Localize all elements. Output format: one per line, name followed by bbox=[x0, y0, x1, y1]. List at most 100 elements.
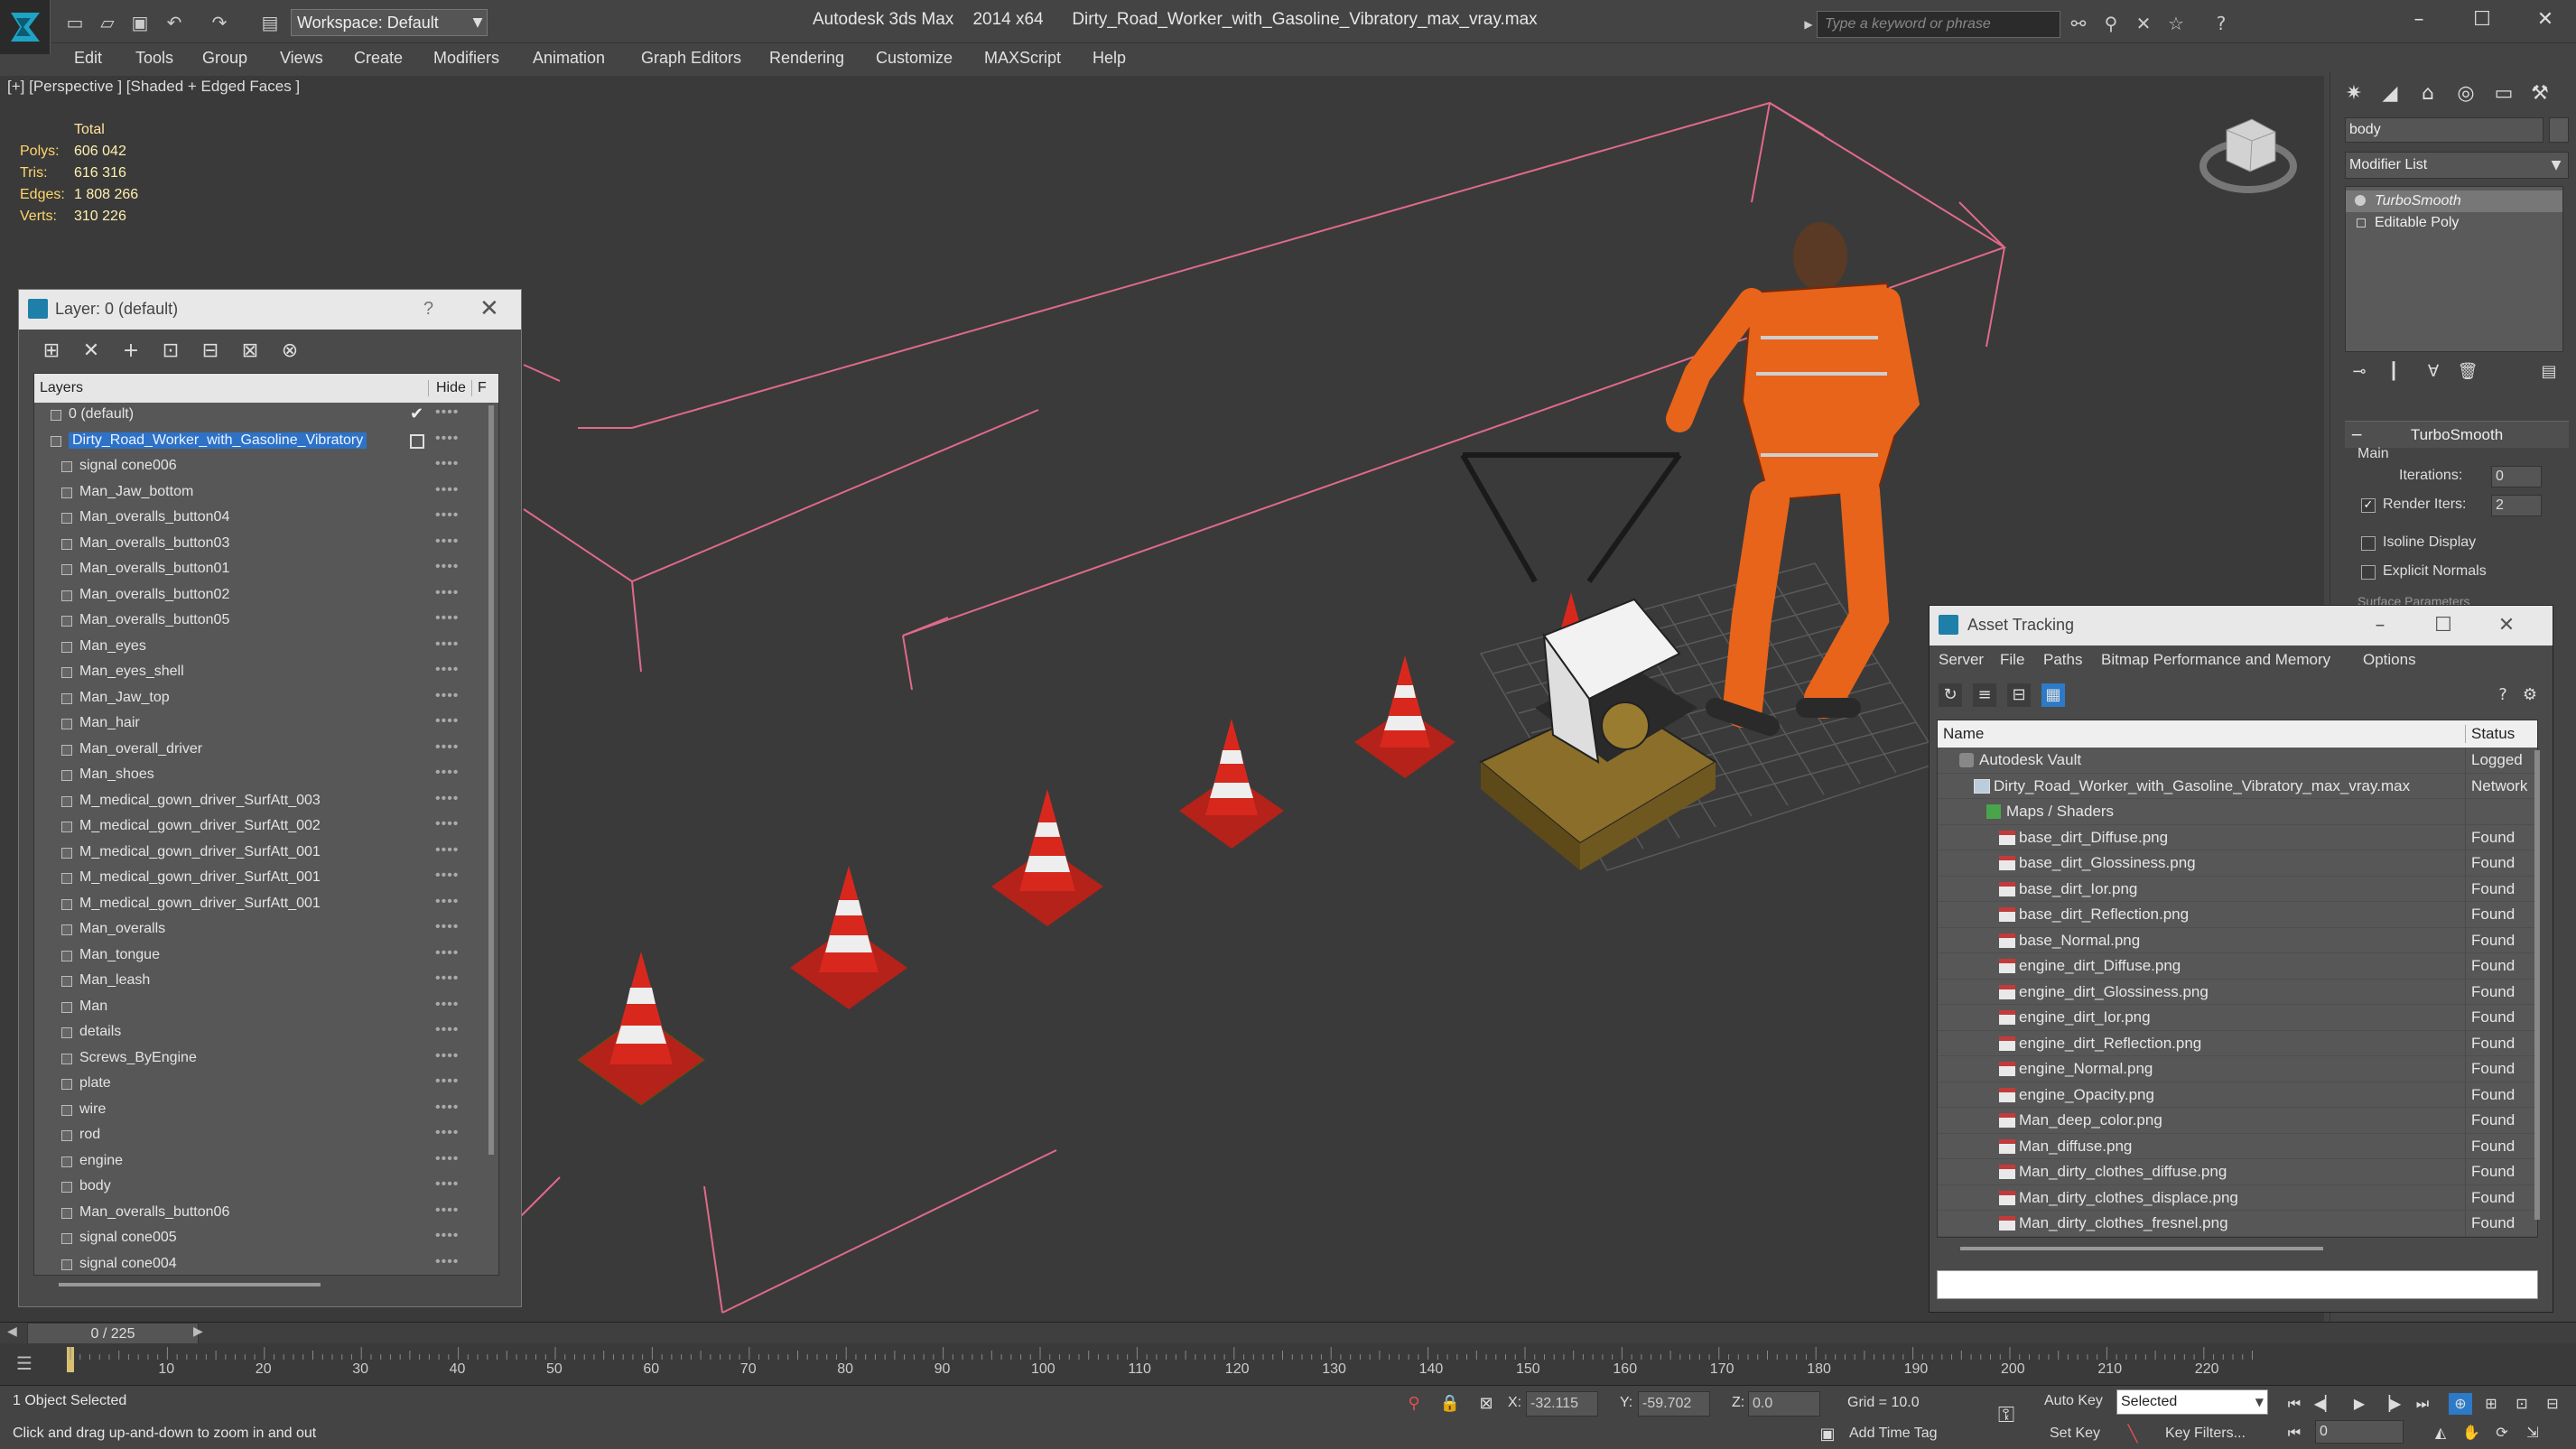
y-coordinate-field[interactable]: -59.702 bbox=[1638, 1391, 1710, 1416]
asset-row[interactable]: Man_deep_color.png Found bbox=[1938, 1108, 2537, 1134]
stack-item-turbosmooth[interactable]: TurboSmooth bbox=[2346, 190, 2562, 212]
asset-menu-bitmap-performance[interactable]: Bitmap Performance and Memory bbox=[2101, 651, 2330, 669]
hide-toggle[interactable]: •••• bbox=[435, 971, 459, 987]
layer-object-row[interactable]: body •••• bbox=[34, 1175, 498, 1201]
modifier-stack[interactable]: TurboSmooth Editable Poly bbox=[2345, 186, 2563, 352]
isoline-checkbox[interactable] bbox=[2361, 536, 2376, 551]
app-logo-icon[interactable] bbox=[0, 0, 51, 54]
layer-list[interactable]: Layers Hide F 0 (default) ✔ •••• Dirty_Road… bbox=[33, 373, 499, 1276]
asset-row[interactable]: engine_dirt_Diffuse.png Found bbox=[1938, 953, 2537, 980]
layer-object-row[interactable]: Man_overall_driver •••• bbox=[34, 738, 498, 764]
hide-toggle[interactable]: •••• bbox=[435, 1176, 459, 1193]
motion-tab-icon[interactable]: ◎ bbox=[2450, 79, 2482, 108]
asset-row[interactable]: Man_dirty_clothes_diffuse.png Found bbox=[1938, 1159, 2537, 1185]
layer-object-row[interactable]: signal cone005 •••• bbox=[34, 1226, 498, 1252]
close-icon[interactable]: ✕ bbox=[2514, 0, 2576, 42]
show-end-result-icon[interactable]: ┃ bbox=[2383, 361, 2404, 383]
asset-row[interactable]: Man_dirty_clothes_fresnel.png Found bbox=[1938, 1211, 2537, 1237]
zoom-extents-all-icon[interactable]: ⊟ bbox=[2541, 1393, 2564, 1415]
asset-row[interactable]: Man_diffuse.png Found bbox=[1938, 1133, 2537, 1159]
hide-toggle[interactable]: •••• bbox=[435, 945, 459, 961]
layer-object-row[interactable]: signal cone006 •••• bbox=[34, 454, 498, 480]
redo-icon[interactable]: ↷ bbox=[208, 11, 231, 34]
stack-item-editable-poly[interactable]: Editable Poly bbox=[2346, 212, 2562, 234]
layer-object-row[interactable]: signal cone004 •••• bbox=[34, 1252, 498, 1276]
absolute-mode-icon[interactable]: ⊠ bbox=[1475, 1393, 1497, 1415]
project-folder-icon[interactable]: ▤ bbox=[258, 11, 282, 34]
favorites-star-icon[interactable]: ☆ bbox=[2165, 13, 2187, 34]
hide-toggle[interactable]: •••• bbox=[435, 1100, 459, 1116]
search-input[interactable]: Type a keyword or phrase bbox=[1817, 11, 2060, 38]
menu-views[interactable]: Views bbox=[280, 49, 323, 68]
menu-help[interactable]: Help bbox=[1093, 49, 1126, 68]
hide-toggle[interactable]: •••• bbox=[435, 997, 459, 1013]
hide-toggle[interactable]: •••• bbox=[435, 534, 459, 550]
hide-toggle[interactable]: •••• bbox=[435, 842, 459, 859]
chevron-right-icon[interactable]: ▶ bbox=[1800, 11, 1817, 38]
go-to-start-icon[interactable]: ⏮ bbox=[2283, 1393, 2306, 1415]
layer-object-row[interactable]: rod •••• bbox=[34, 1123, 498, 1149]
refresh-icon[interactable]: ↻ bbox=[1939, 683, 1962, 707]
go-to-end-icon[interactable]: ⏭ bbox=[2411, 1393, 2434, 1415]
menu-group[interactable]: Group bbox=[202, 49, 247, 68]
hide-toggle[interactable]: •••• bbox=[435, 507, 459, 524]
orbit-icon[interactable]: ⟳ bbox=[2490, 1422, 2514, 1444]
asset-row[interactable]: engine_Opacity.png Found bbox=[1938, 1082, 2537, 1108]
z-coordinate-field[interactable]: 0.0 bbox=[1748, 1391, 1820, 1416]
layer-object-row[interactable]: M_medical_gown_driver_SurfAtt_001 •••• bbox=[34, 866, 498, 892]
maximize-icon[interactable]: ☐ bbox=[2412, 609, 2475, 642]
hide-toggle[interactable]: •••• bbox=[435, 1228, 459, 1244]
horizontal-scrollbar[interactable] bbox=[1937, 1238, 2538, 1259]
hide-toggle[interactable]: •••• bbox=[435, 713, 459, 729]
add-time-tag-button[interactable]: Add Time Tag bbox=[1849, 1426, 1938, 1442]
hide-toggle[interactable]: •••• bbox=[435, 739, 459, 756]
zoom-icon[interactable]: ⊕ bbox=[2449, 1393, 2472, 1415]
help-icon[interactable]: ? bbox=[423, 299, 433, 320]
undo-icon[interactable]: ↶ bbox=[163, 11, 186, 34]
key-selection-dropdown[interactable]: Selected ▼ bbox=[2116, 1389, 2268, 1415]
delete-layer-icon[interactable]: ✕ bbox=[79, 339, 104, 364]
collapse-icon[interactable]: − bbox=[2350, 422, 2363, 449]
subscription-icon[interactable]: ⚲ bbox=[2100, 13, 2122, 34]
pan-icon[interactable]: ✋ bbox=[2460, 1422, 2483, 1444]
render-iters-checkbox[interactable]: ✓ bbox=[2361, 498, 2376, 513]
table-view-icon[interactable]: ▦ bbox=[2041, 683, 2065, 707]
layer-object-row[interactable]: Man_Jaw_top •••• bbox=[34, 686, 498, 712]
viewcube-icon[interactable] bbox=[2199, 118, 2297, 193]
hide-toggle[interactable]: •••• bbox=[435, 404, 459, 421]
add-to-layer-icon[interactable]: + bbox=[118, 339, 144, 364]
asset-row[interactable]: Dirty_Road_Worker_with_Gasoline_Vibrator… bbox=[1938, 773, 2537, 799]
modify-tab-icon[interactable]: ◢ bbox=[2374, 79, 2406, 108]
communication-icon[interactable]: ✕ bbox=[2133, 13, 2154, 34]
layer-object-row[interactable]: Man_overalls_button05 •••• bbox=[34, 608, 498, 635]
next-key-icon[interactable]: ▕▶ bbox=[2378, 1393, 2402, 1415]
hierarchy-tab-icon[interactable]: ⌂ bbox=[2412, 79, 2444, 108]
layer-object-row[interactable]: wire •••• bbox=[34, 1098, 498, 1124]
set-current-layer-checkbox[interactable] bbox=[410, 433, 424, 449]
maximize-icon[interactable]: ☐ bbox=[2450, 0, 2514, 42]
layer-row[interactable]: 0 (default) ✔ •••• bbox=[34, 403, 498, 429]
viewport-label[interactable]: [+] [Perspective ] [Shaded + Edged Faces… bbox=[7, 78, 300, 96]
pin-stack-icon[interactable]: ⊸ bbox=[2348, 361, 2370, 383]
lock-selection-icon[interactable]: 🔒 bbox=[1439, 1393, 1461, 1415]
iterations-spinner[interactable]: 0 bbox=[2491, 466, 2542, 488]
asset-path-field[interactable] bbox=[1937, 1270, 2538, 1299]
new-file-icon[interactable]: ▭ bbox=[63, 11, 87, 34]
layer-object-row[interactable]: Man_overalls •••• bbox=[34, 917, 498, 943]
layer-object-row[interactable]: Man_overalls_button02 •••• bbox=[34, 583, 498, 609]
menu-create[interactable]: Create bbox=[354, 49, 403, 68]
layer-object-row[interactable]: Man_leash •••• bbox=[34, 969, 498, 995]
hide-toggle[interactable]: •••• bbox=[435, 1151, 459, 1167]
save-file-icon[interactable]: ▣ bbox=[128, 11, 152, 34]
layer-object-row[interactable]: M_medical_gown_driver_SurfAtt_001 •••• bbox=[34, 892, 498, 918]
asset-table[interactable]: Name Status Autodesk Vault Logged Dirty_Ro… bbox=[1937, 720, 2538, 1238]
configure-sets-icon[interactable]: ▤ bbox=[2538, 361, 2560, 383]
hide-toggle[interactable]: •••• bbox=[435, 482, 459, 498]
open-file-icon[interactable]: ▱ bbox=[96, 11, 119, 34]
key-mode-toggle-icon[interactable]: ⏮ bbox=[2283, 1422, 2306, 1444]
asset-menu-options[interactable]: Options bbox=[2363, 651, 2416, 669]
turbosmooth-rollout[interactable]: − TurboSmooth bbox=[2345, 421, 2569, 448]
layer-object-row[interactable]: Man_shoes •••• bbox=[34, 763, 498, 789]
set-key-button[interactable]: Set Key bbox=[2050, 1426, 2100, 1442]
layer-object-row[interactable]: Man_eyes •••• bbox=[34, 635, 498, 661]
